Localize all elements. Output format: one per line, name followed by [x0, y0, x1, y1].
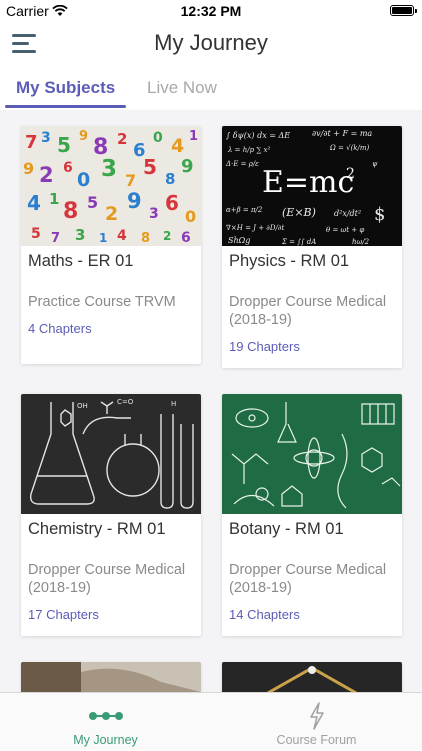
- subject-name: Physics - RM 01: [229, 252, 350, 270]
- svg-text:7: 7: [51, 231, 60, 246]
- svg-text:1: 1: [99, 231, 107, 245]
- tab-label: My Journey: [73, 733, 138, 747]
- chapter-count: 19 Chapters: [229, 339, 300, 354]
- botany-thumbnail: [222, 394, 402, 514]
- svg-text:9: 9: [181, 156, 194, 177]
- svg-text:α+β = π/2: α+β = π/2: [226, 206, 263, 214]
- chapter-count: 4 Chapters: [28, 321, 92, 336]
- svg-text:3: 3: [149, 206, 159, 222]
- svg-text:∂v/∂t + F = ma: ∂v/∂t + F = ma: [312, 129, 372, 138]
- navigation-bar: My Journey: [0, 22, 422, 66]
- svg-text:Ω = √(k/m): Ω = √(k/m): [329, 144, 370, 152]
- svg-text:4: 4: [117, 228, 127, 244]
- svg-text:Σ = ∫∫ dA: Σ = ∫∫ dA: [281, 238, 316, 246]
- svg-text:0: 0: [77, 169, 90, 191]
- svg-text:8: 8: [141, 231, 150, 246]
- subject-card-botany[interactable]: Botany - RM 01 Dropper Course Medical (2…: [222, 394, 402, 636]
- partial-thumbnail-right: [222, 662, 402, 692]
- svg-text:1: 1: [189, 129, 198, 144]
- svg-text:5: 5: [143, 155, 157, 179]
- svg-text:7: 7: [25, 132, 38, 153]
- svg-text:2: 2: [39, 163, 54, 187]
- svg-text:7: 7: [125, 171, 136, 190]
- svg-text:d²x/dt²: d²x/dt²: [334, 209, 361, 218]
- svg-text:9: 9: [79, 129, 88, 144]
- svg-text:0: 0: [185, 207, 196, 226]
- tab-live-now[interactable]: Live Now: [147, 78, 217, 98]
- course-name: Practice Course TRVM: [28, 294, 176, 310]
- chemistry-thumbnail: OH C=O H: [21, 394, 201, 514]
- tab-label: Course Forum: [276, 733, 357, 747]
- svg-text:6: 6: [165, 191, 179, 215]
- svg-text:5: 5: [31, 226, 41, 242]
- subject-name: Maths - ER 01: [28, 252, 134, 270]
- svg-text:OH: OH: [77, 402, 88, 410]
- svg-text:C=O: C=O: [117, 398, 134, 406]
- svg-text:4: 4: [171, 135, 184, 157]
- svg-text:9: 9: [23, 159, 34, 178]
- svg-text:2: 2: [117, 130, 127, 148]
- course-name: Dropper Course Medical (2018-19): [28, 562, 186, 596]
- subjects-grid: 7 3 5 9 8 2 6 0 4 1 9 2 6 0 3 7 5 8 9 4 …: [0, 110, 422, 692]
- subject-card-partial-right[interactable]: [222, 662, 402, 692]
- svg-text:5: 5: [57, 133, 71, 157]
- active-tab-indicator: [5, 105, 126, 108]
- chapter-count: 14 Chapters: [229, 607, 300, 622]
- svg-text:5: 5: [87, 193, 98, 212]
- lightning-icon: [211, 701, 422, 731]
- svg-text:ψ: ψ: [372, 160, 378, 168]
- svg-text:4: 4: [27, 191, 41, 215]
- svg-text:8: 8: [165, 170, 175, 188]
- subject-card-maths[interactable]: 7 3 5 9 8 2 6 0 4 1 9 2 6 0 3 7 5 8 9 4 …: [21, 126, 201, 364]
- svg-text:λ = h/p ∑ x²: λ = h/p ∑ x²: [227, 146, 270, 154]
- svg-text:$: $: [374, 204, 385, 225]
- svg-text:Δ·E = ρ/ε: Δ·E = ρ/ε: [225, 160, 259, 168]
- svg-text:∇×H = J + ∂D/∂t: ∇×H = J + ∂D/∂t: [226, 224, 285, 232]
- bottom-tab-bar: My Journey Course Forum: [0, 692, 422, 750]
- svg-text:H: H: [171, 400, 176, 408]
- subject-card-physics[interactable]: ∫ δψ(x) dx = ΔE ∂v/∂t + F = ma λ = h/p ∑…: [222, 126, 402, 368]
- svg-text:6: 6: [181, 230, 191, 246]
- segment-tabs: My Subjects Live Now: [0, 66, 422, 110]
- svg-text:ShΩg: ShΩg: [228, 236, 250, 245]
- chapter-count: 17 Chapters: [28, 607, 99, 622]
- svg-text:2: 2: [105, 203, 118, 225]
- svg-text:1: 1: [49, 190, 59, 208]
- tab-my-journey[interactable]: My Journey: [0, 693, 211, 751]
- subject-card-partial-left[interactable]: [21, 662, 201, 692]
- svg-text:2: 2: [163, 229, 171, 243]
- subject-name: Botany - RM 01: [229, 520, 344, 538]
- svg-text:9: 9: [127, 189, 142, 213]
- svg-text:(E×B): (E×B): [282, 206, 316, 219]
- svg-text:0: 0: [153, 130, 163, 146]
- journey-dots-icon: [0, 701, 211, 731]
- tab-course-forum[interactable]: Course Forum: [211, 693, 422, 751]
- svg-text:E=mc: E=mc: [262, 165, 354, 200]
- subject-name: Chemistry - RM 01: [28, 520, 166, 538]
- page-title: My Journey: [154, 30, 268, 55]
- course-name: Dropper Course Medical (2018-19): [229, 562, 387, 596]
- svg-text:2: 2: [346, 166, 355, 182]
- course-name: Dropper Course Medical (2018-19): [229, 294, 387, 328]
- physics-thumbnail: ∫ δψ(x) dx = ΔE ∂v/∂t + F = ma λ = h/p ∑…: [222, 126, 402, 246]
- svg-text:3: 3: [75, 226, 85, 244]
- svg-text:3: 3: [41, 130, 51, 146]
- svg-text:6: 6: [63, 160, 73, 176]
- status-bar: Carrier 12:32 PM: [0, 0, 422, 22]
- partial-thumbnail-left: [21, 662, 201, 692]
- maths-thumbnail: 7 3 5 9 8 2 6 0 4 1 9 2 6 0 3 7 5 8 9 4 …: [21, 126, 201, 246]
- svg-text:3: 3: [101, 156, 117, 182]
- svg-text:θ = ωt + φ: θ = ωt + φ: [326, 226, 364, 234]
- battery-icon: [390, 5, 417, 16]
- tab-my-subjects[interactable]: My Subjects: [16, 78, 115, 98]
- clock: 12:32 PM: [180, 3, 242, 19]
- svg-text:∫ δψ(x) dx = ΔE: ∫ δψ(x) dx = ΔE: [226, 131, 290, 140]
- svg-text:ℏω/2: ℏω/2: [352, 238, 370, 246]
- svg-text:8: 8: [63, 199, 78, 224]
- subject-card-chemistry[interactable]: OH C=O H Chemistry - RM 01 Dropper Cours…: [21, 394, 201, 636]
